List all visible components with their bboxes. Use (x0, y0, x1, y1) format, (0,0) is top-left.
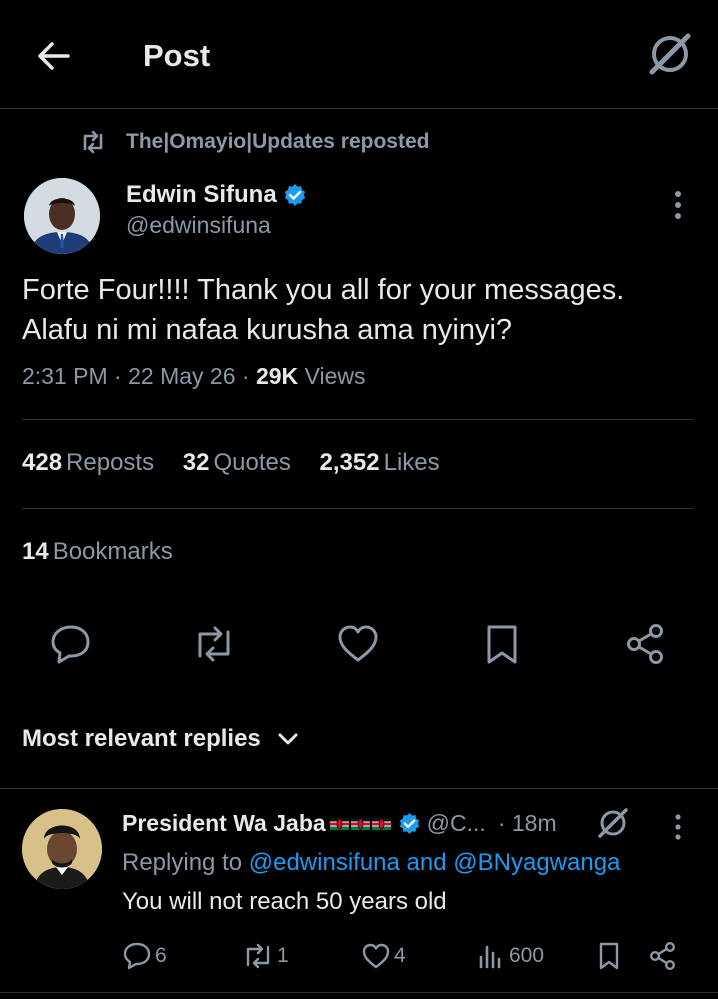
quotes-count: 32 (182, 449, 210, 476)
reposts-stat[interactable]: 428 Reposts (22, 449, 154, 477)
divider (22, 508, 694, 509)
verified-badge-icon (284, 184, 305, 206)
author-handle[interactable]: @edwinsifuna (126, 212, 271, 239)
post-text-line-2: Alafu ni mi nafaa kurusha ama nyinyi? (22, 314, 513, 346)
repost-icon[interactable] (192, 622, 236, 666)
replies-sort-label: Most relevant replies (22, 725, 261, 752)
bookmark-icon (599, 942, 619, 970)
kenya-flag-emojis (329, 816, 392, 832)
reply-header: President Wa Jaba @C... · 18m (122, 810, 557, 837)
more-options-icon[interactable] (666, 812, 690, 842)
reply-count: 6 (155, 944, 167, 967)
reply-reply-button[interactable]: 6 (122, 940, 167, 972)
top-bar: Post (0, 0, 718, 109)
views-count: 600 (509, 944, 545, 967)
like-icon[interactable] (336, 622, 380, 666)
grok-icon[interactable] (596, 806, 630, 840)
repost-label: The|Omayio|Updates reposted (126, 130, 430, 153)
reply-author-handle[interactable]: @C... (427, 810, 486, 837)
meta-separator: · (114, 363, 129, 389)
views-count: 29K (255, 363, 299, 389)
reply-icon[interactable] (49, 622, 93, 666)
likes-stat[interactable]: 2,352 Likes (320, 449, 440, 477)
post-text: Forte Four!!!! Thank you all for your me… (22, 270, 702, 350)
views-label: Views (304, 363, 366, 389)
verified-badge-icon (399, 812, 419, 835)
reposts-count: 428 (22, 449, 63, 476)
author-avatar[interactable] (24, 178, 100, 254)
more-options-icon[interactable] (664, 188, 692, 222)
reply-author-name[interactable]: President Wa Jaba (122, 810, 326, 837)
page-title: Post (143, 38, 211, 73)
divider (0, 992, 718, 993)
reply-icon (123, 942, 151, 970)
quotes-stat[interactable]: 32 Quotes (183, 449, 291, 477)
views-chart-icon (479, 945, 501, 969)
reply-views-button[interactable]: 600 (476, 940, 544, 972)
author-name[interactable]: Edwin Sifuna (126, 181, 307, 209)
divider (22, 419, 694, 420)
and-connector: and (406, 849, 447, 876)
share-icon (650, 942, 676, 971)
reply-avatar[interactable] (22, 809, 102, 889)
mention-link[interactable]: @edwinsifuna (249, 849, 400, 876)
reply-text: You will not reach 50 years old (122, 888, 447, 915)
bookmark-icon[interactable] (480, 622, 524, 666)
repost-count: 1 (277, 944, 289, 967)
replying-prefix: Replying to (122, 849, 243, 876)
quotes-label: Quotes (213, 449, 291, 476)
share-icon[interactable] (623, 622, 667, 666)
replies-sort-dropdown[interactable]: Most relevant replies (22, 725, 299, 753)
back-arrow-icon[interactable] (34, 36, 74, 76)
repost-attribution[interactable]: The|Omayio|Updates reposted (80, 130, 430, 154)
reply-share-button[interactable] (648, 940, 681, 972)
reposts-label: Reposts (66, 449, 155, 476)
repost-small-icon (83, 131, 103, 153)
post-time[interactable]: 2:31 PM (22, 363, 108, 389)
replying-to-line: Replying to @edwinsifuna and @BNyagwanga (122, 849, 620, 877)
engagement-stats: 428 Reposts 32 Quotes 2,352 Likes (22, 449, 462, 477)
likes-count: 2,352 (319, 449, 380, 476)
bookmarks-stat[interactable]: 14 Bookmarks (22, 538, 173, 566)
chevron-down-icon (278, 733, 298, 745)
like-icon (362, 943, 390, 969)
mention-link[interactable]: @BNyagwanga (453, 849, 620, 876)
reply-like-button[interactable]: 4 (361, 940, 406, 972)
repost-icon (246, 943, 270, 969)
bookmarks-label: Bookmarks (52, 538, 173, 565)
post-meta: 2:31 PM · 22 May 26 · 29K Views (22, 363, 366, 390)
like-count: 4 (394, 944, 406, 967)
reply-time[interactable]: · 18m (498, 810, 557, 837)
divider (0, 788, 718, 789)
author-name-text: Edwin Sifuna (126, 181, 277, 208)
reply-bookmark-button[interactable] (594, 940, 627, 972)
likes-label: Likes (383, 449, 440, 476)
post-text-line-1: Forte Four!!!! Thank you all for your me… (22, 274, 625, 306)
grok-icon[interactable] (646, 30, 694, 78)
bookmarks-count: 14 (22, 538, 49, 565)
reply-repost-button[interactable]: 1 (242, 940, 289, 972)
post-date[interactable]: 22 May 26 (128, 363, 235, 389)
meta-separator: · (241, 363, 256, 389)
